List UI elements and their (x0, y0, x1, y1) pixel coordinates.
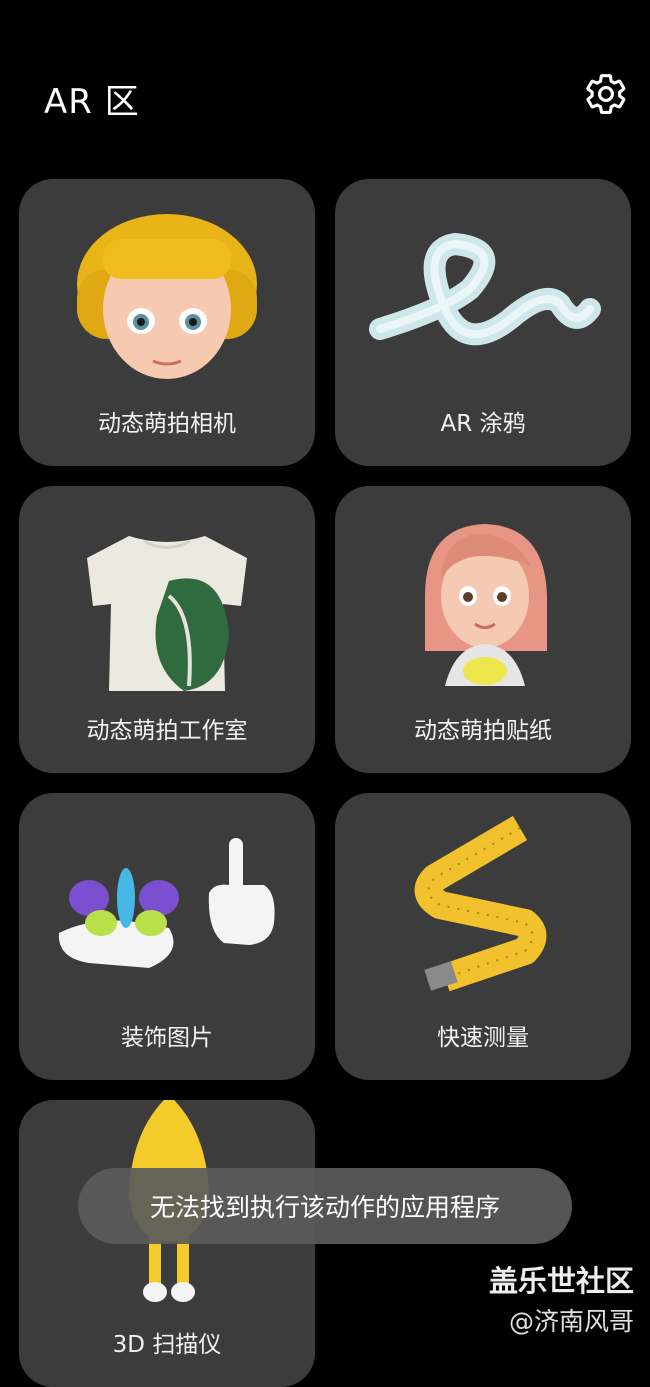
tile-label: AR 涂鸦 (440, 411, 526, 437)
tile-decorate-picture[interactable]: 装饰图片 (19, 793, 315, 1080)
tile-label: 快速测量 (437, 1025, 529, 1051)
avatar-woman-icon (425, 524, 547, 686)
tile-label: 3D 扫描仪 (112, 1332, 222, 1358)
settings-button[interactable] (584, 72, 628, 116)
balloon-hand-icon (58, 838, 275, 968)
watermark-site: 盖乐世社区 (488, 1264, 634, 1298)
tile-dynamic-stickers[interactable]: 动态萌拍贴纸 (335, 486, 631, 773)
tile-dynamic-camera[interactable]: 动态萌拍相机 (19, 179, 315, 466)
tile-dynamic-studio[interactable]: 动态萌拍工作室 (19, 486, 315, 773)
tile-label: 动态萌拍工作室 (86, 718, 248, 744)
tile-label: 装饰图片 (121, 1025, 213, 1051)
tile-label: 动态萌拍贴纸 (414, 718, 552, 744)
watermark-author: @济南风哥 (508, 1307, 634, 1336)
tshirt-icon (87, 536, 247, 691)
page-title: AR 区 (44, 82, 140, 122)
avatar-girl-bob-icon (77, 214, 257, 379)
tile-quick-measure[interactable]: 快速测量 (335, 793, 631, 1080)
gear-icon (586, 74, 626, 114)
measuring-tape-icon (414, 815, 547, 992)
toast-message: 无法找到执行该动作的应用程序 (78, 1168, 572, 1244)
doodle-squiggle-icon (369, 232, 601, 346)
tile-label: 动态萌拍相机 (98, 411, 236, 437)
top-bar: AR 区 (0, 60, 650, 132)
tile-ar-doodle[interactable]: AR 涂鸦 (335, 179, 631, 466)
